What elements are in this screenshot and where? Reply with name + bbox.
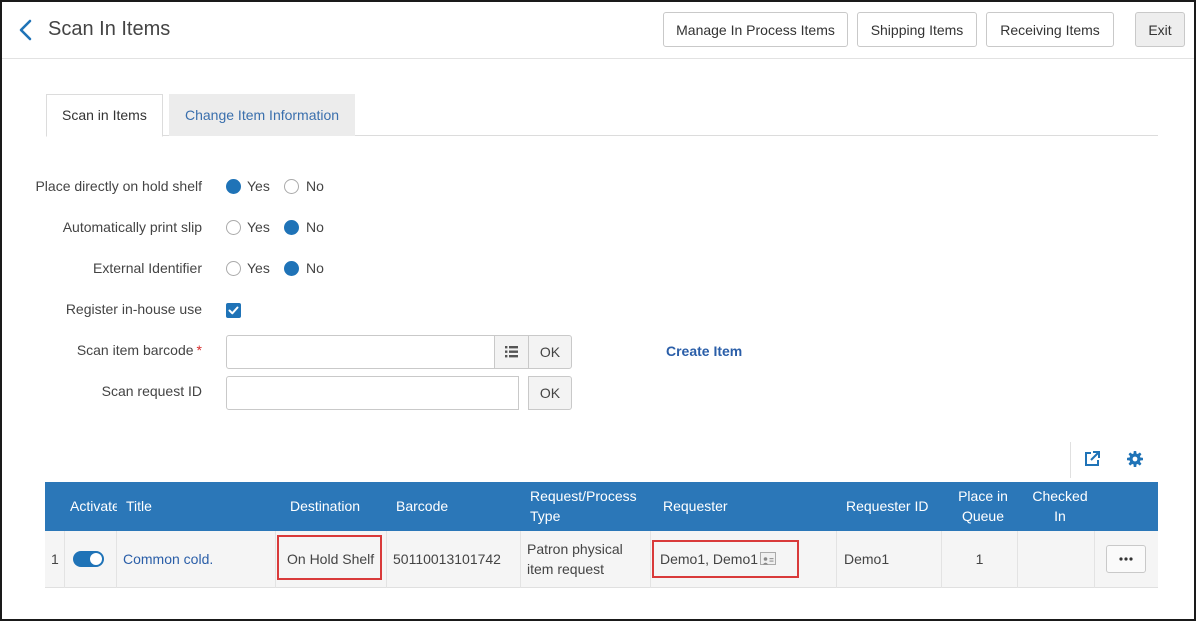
requester-id-cell: Demo1	[844, 551, 890, 567]
request-id-ok-button[interactable]: OK	[528, 376, 572, 410]
tab-bar: Scan in Items Change Item Information	[46, 94, 1158, 137]
external-identifier-yes-radio[interactable]	[226, 261, 241, 276]
checkmark-icon	[228, 306, 239, 315]
column-header-destination[interactable]: Destination	[290, 496, 360, 516]
tab-scan-in-items[interactable]: Scan in Items	[46, 94, 163, 137]
cell-divider	[520, 531, 521, 588]
page-header: Scan In Items Manage In Process Items Sh…	[2, 2, 1194, 59]
column-header-title[interactable]: Title	[126, 496, 152, 516]
hold-shelf-no-label: No	[306, 178, 324, 194]
manage-in-process-items-button[interactable]: Manage In Process Items	[663, 12, 848, 47]
row-actions-button[interactable]	[1106, 545, 1146, 573]
column-header-requester[interactable]: Requester	[663, 496, 728, 516]
in-house-use-checkbox[interactable]	[226, 303, 241, 318]
hold-shelf-no-radio[interactable]	[284, 179, 299, 194]
more-options-icon	[1119, 557, 1133, 561]
activate-toggle[interactable]	[73, 551, 104, 567]
print-slip-no-label: No	[306, 219, 324, 235]
receiving-items-button[interactable]: Receiving Items	[986, 12, 1114, 47]
toggle-knob	[90, 553, 102, 565]
page-title: Scan In Items	[48, 18, 171, 40]
barcode-ok-button[interactable]: OK	[528, 335, 572, 369]
cell-divider	[1094, 531, 1095, 588]
external-identifier-label: External Identifier	[93, 260, 202, 276]
hold-shelf-yes-label: Yes	[247, 178, 270, 194]
column-header-requester-id[interactable]: Requester ID	[846, 496, 928, 516]
column-header-place-in-queue[interactable]: Place in Queue	[951, 486, 1015, 526]
cell-divider	[650, 531, 651, 588]
highlight-box-requester	[652, 540, 799, 578]
cell-divider	[836, 531, 837, 588]
highlight-box-destination	[277, 535, 382, 580]
hold-shelf-yes-radio[interactable]	[226, 179, 241, 194]
print-slip-yes-label: Yes	[247, 219, 270, 235]
print-slip-no-radio[interactable]	[284, 220, 299, 235]
column-header-request-type-line2: Type	[530, 508, 561, 524]
scan-request-id-input[interactable]	[226, 376, 519, 410]
print-slip-label: Automatically print slip	[62, 219, 202, 235]
cell-divider	[386, 531, 387, 588]
item-title-link[interactable]: Common cold.	[123, 549, 213, 569]
scan-item-barcode-label-text: Scan item barcode	[76, 342, 194, 358]
column-header-request-type-line1: Request/Process	[530, 488, 637, 504]
cell-divider	[64, 531, 65, 588]
exit-button[interactable]: Exit	[1135, 12, 1185, 47]
list-icon	[505, 346, 518, 358]
column-header-place-line2: Queue	[961, 508, 1005, 524]
cell-divider	[1017, 531, 1018, 588]
request-type-line1: Patron physical	[527, 541, 623, 557]
column-header-checked-in[interactable]: Checked In	[1025, 486, 1095, 526]
scan-item-barcode-input[interactable]	[226, 335, 495, 369]
tab-change-item-information[interactable]: Change Item Information	[169, 94, 356, 136]
shipping-items-button[interactable]: Shipping Items	[857, 12, 977, 47]
external-identifier-no-label: No	[306, 260, 324, 276]
column-header-barcode[interactable]: Barcode	[396, 496, 448, 516]
column-header-activate[interactable]: Activate	[70, 496, 117, 516]
request-type-line2: item request	[527, 561, 605, 577]
request-type-cell: Patron physical item request	[527, 539, 623, 579]
in-house-use-label: Register in-house use	[65, 301, 202, 317]
hold-shelf-label: Place directly on hold shelf	[35, 178, 202, 194]
gear-icon[interactable]	[1126, 450, 1144, 468]
scan-item-barcode-label: Scan item barcode *	[77, 342, 202, 358]
toolbar-divider	[1070, 442, 1071, 478]
export-icon[interactable]	[1083, 450, 1101, 468]
cell-divider	[275, 531, 276, 588]
barcode-list-button[interactable]	[494, 335, 529, 369]
chevron-left-icon[interactable]	[16, 18, 38, 42]
place-in-queue-cell: 1	[975, 551, 984, 567]
cell-divider	[116, 531, 117, 588]
scan-request-id-label: Scan request ID	[101, 383, 202, 399]
external-identifier-no-radio[interactable]	[284, 261, 299, 276]
external-identifier-yes-label: Yes	[247, 260, 270, 276]
column-header-checked-line2: In	[1054, 508, 1066, 524]
barcode-cell: 50110013101742	[393, 551, 501, 567]
print-slip-yes-radio[interactable]	[226, 220, 241, 235]
column-header-request-type[interactable]: Request/Process Type	[530, 486, 637, 526]
create-item-link[interactable]: Create Item	[666, 343, 742, 359]
app-window: Scan In Items Manage In Process Items Sh…	[0, 0, 1196, 621]
required-marker: *	[196, 342, 202, 358]
table-header: Activate Title Destination Barcode Reque…	[45, 482, 1158, 531]
column-header-place-line1: Place in	[958, 488, 1008, 504]
column-header-checked-line1: Checked	[1032, 488, 1088, 504]
row-index: 1	[51, 551, 59, 567]
